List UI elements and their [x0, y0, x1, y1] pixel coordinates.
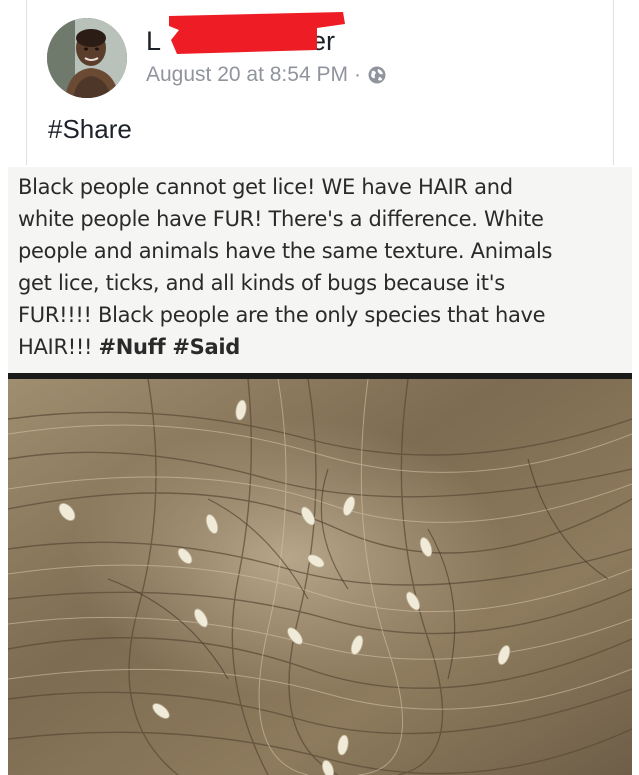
caption-line: white people have FUR! There's a differe… [18, 207, 544, 231]
avatar[interactable] [47, 18, 127, 98]
caption-line: Black people cannot get lice! WE have HA… [18, 175, 513, 199]
globe-icon[interactable] [367, 65, 387, 85]
post-message: #Share [48, 114, 132, 144]
hair-photo [8, 379, 632, 775]
caption-line: FUR!!!! Black people are the only specie… [18, 303, 546, 327]
caption-line: get lice, ticks, and all kinds of bugs b… [18, 271, 505, 295]
redaction-mark [167, 10, 345, 56]
timestamp[interactable]: August 20 at 8:54 PM [146, 63, 348, 87]
post-meta: August 20 at 8:54 PM · [146, 63, 387, 87]
meta-separator: · [353, 63, 361, 86]
shared-image[interactable]: Black people cannot get lice! WE have HA… [8, 167, 632, 775]
caption-line: HAIR!!! #Nuff #Said [18, 335, 241, 359]
facebook-post: Ler August 20 at 8:54 PM · #Share Black … [0, 0, 639, 775]
avatar-photo [47, 18, 127, 98]
caption-hashtags: #Nuff #Said [98, 335, 241, 359]
hair-with-lice-image [8, 379, 632, 775]
image-caption: Black people cannot get lice! WE have HA… [8, 167, 632, 379]
author-name-start: L [146, 26, 162, 56]
caption-line: people and animals have the same texture… [18, 239, 553, 263]
